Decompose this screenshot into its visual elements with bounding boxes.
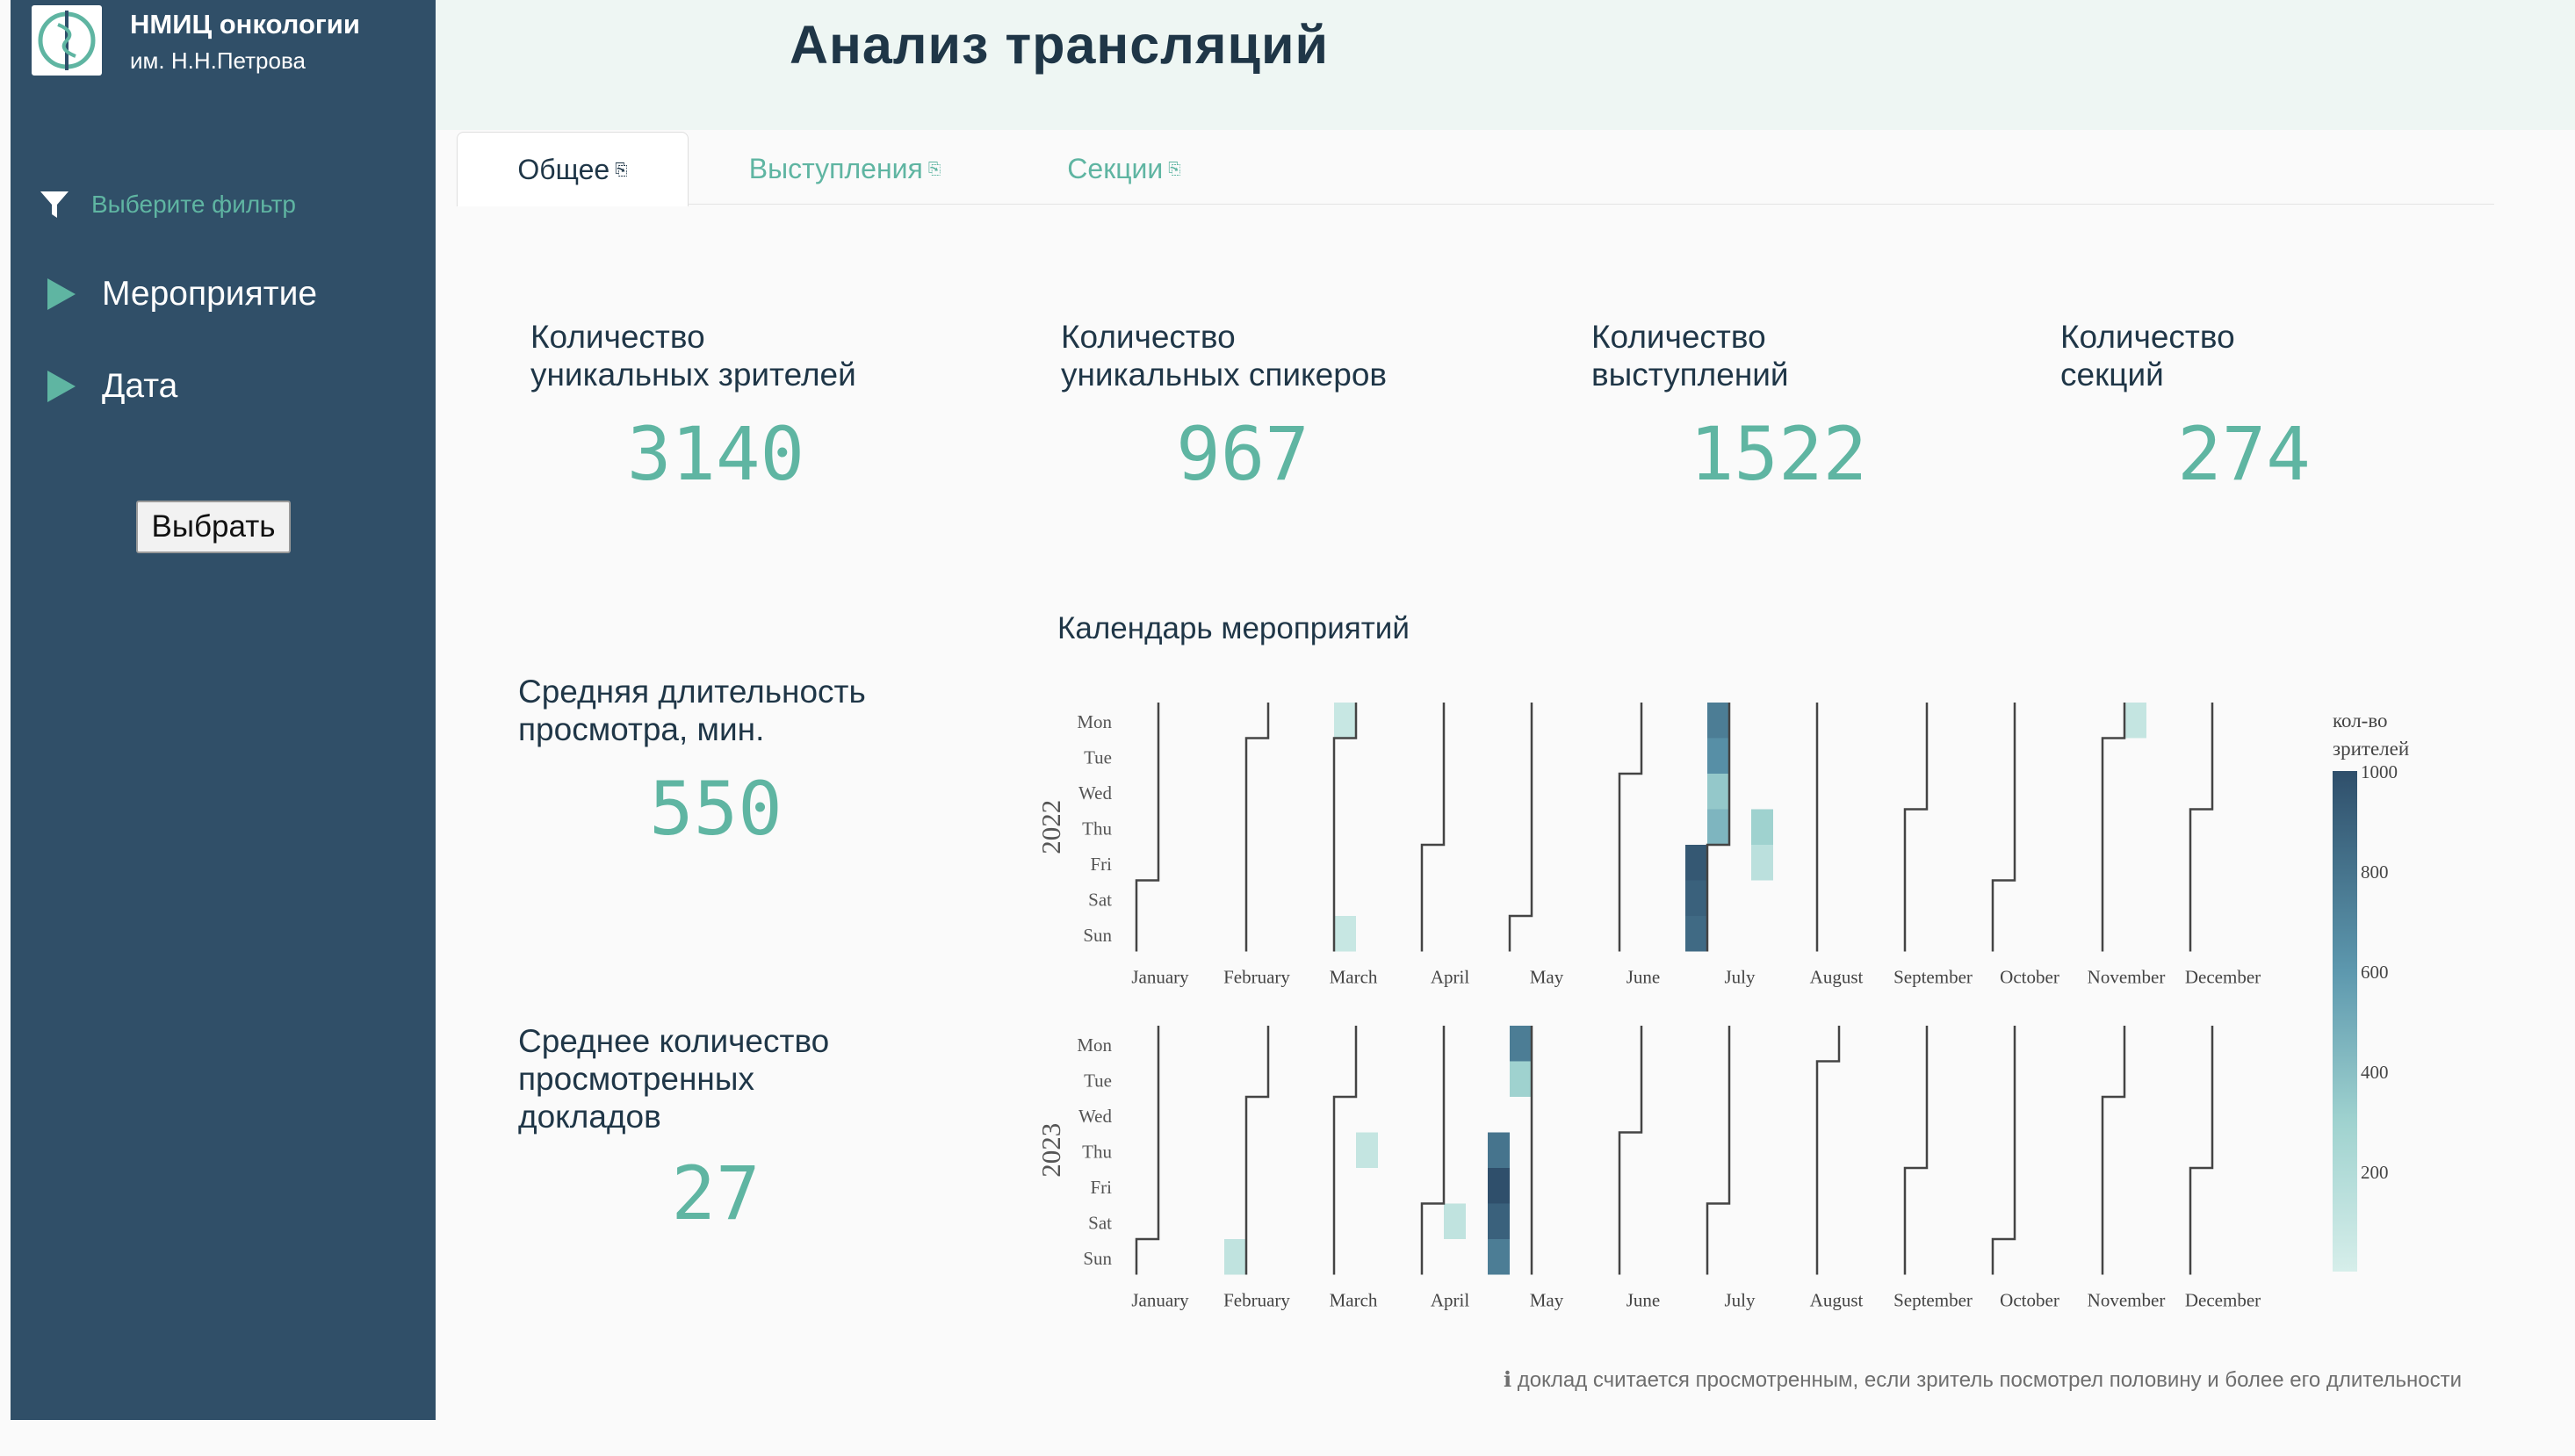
colorbar-tick: 200: [2361, 1162, 2389, 1183]
heatmap-cell: [1707, 774, 1729, 810]
month-label: March: [1330, 967, 1378, 988]
month-label: September: [1893, 967, 1973, 988]
colorbar-title: зрителей: [2333, 738, 2409, 760]
heatmap-cell: [1685, 916, 1707, 952]
month-label: March: [1330, 1290, 1378, 1311]
month-label: November: [2088, 1290, 2166, 1311]
day-label: Fri: [1090, 854, 1112, 875]
heatmap-cell: [1707, 738, 1729, 774]
day-label: Mon: [1077, 1034, 1112, 1056]
day-label: Sun: [1083, 1248, 1112, 1269]
month-label: February: [1223, 1290, 1290, 1311]
month-boundary: [1420, 1026, 1446, 1275]
month-label: August: [1810, 967, 1864, 988]
colorbar-tick: 800: [2361, 861, 2389, 883]
colorbar-tick: 1000: [2361, 761, 2398, 782]
month-label: October: [2000, 967, 2059, 988]
heatmap-cell: [1334, 703, 1356, 739]
month-boundary: [1815, 1026, 1841, 1275]
month-boundary: [2101, 703, 2126, 952]
day-label: Fri: [1090, 1177, 1112, 1198]
month-boundary: [1135, 703, 1160, 952]
colorbar-title: кол-во: [2333, 710, 2388, 732]
day-label: Thu: [1082, 1142, 1112, 1163]
colorbar: [2333, 771, 2357, 1272]
month-boundary: [1991, 703, 2016, 952]
month-label: January: [1131, 967, 1189, 988]
month-label: July: [1724, 967, 1756, 988]
year-label: 2022: [1035, 800, 1066, 854]
calendar-heatmap: Mon Tue Wed Thu Fri Sat Sun 2022 January February…: [1035, 703, 2409, 1311]
heatmap-cell: [1334, 916, 1356, 952]
heatmap-cell: [1707, 809, 1729, 845]
heatmap-cell: [1510, 1061, 1532, 1097]
month-label: December: [2185, 967, 2261, 988]
month-label: June: [1627, 967, 1661, 988]
month-label: November: [2088, 967, 2166, 988]
footnote: ℹ доклад считается просмотренным, если з…: [1504, 1368, 2463, 1392]
heatmap-cell: [1751, 809, 1773, 845]
month-boundary: [1332, 1026, 1358, 1275]
month-boundary: [1618, 703, 1643, 952]
month-label: January: [1131, 1290, 1189, 1311]
heatmap-cell: [1224, 1239, 1246, 1275]
month-boundary: [2189, 703, 2214, 952]
month-label: December: [2185, 1290, 2261, 1311]
month-label: October: [2000, 1290, 2059, 1311]
day-label: Mon: [1077, 711, 1112, 732]
month-boundary: [2189, 1026, 2214, 1275]
month-boundary: [2101, 1026, 2126, 1275]
month-boundary: [1508, 703, 1533, 952]
day-label: Wed: [1078, 782, 1112, 804]
heatmap-cell: [1444, 1203, 1466, 1239]
month-label: July: [1724, 1290, 1756, 1311]
month-boundary: [1903, 1026, 1929, 1275]
month-boundary: [1706, 1026, 1731, 1275]
heatmap-cell: [2124, 703, 2146, 739]
month-boundary: [1332, 703, 1358, 952]
month-label: September: [1893, 1290, 1973, 1311]
heatmap-cell: [1685, 845, 1707, 881]
heatmap-cell: [1488, 1239, 1510, 1275]
day-label: Wed: [1078, 1106, 1112, 1127]
heatmap-cell: [1685, 880, 1707, 916]
colorbar-tick: 600: [2361, 962, 2389, 983]
month-boundary: [1618, 1026, 1643, 1275]
heatmap-cell: [1488, 1203, 1510, 1239]
month-label: February: [1223, 967, 1290, 988]
month-boundary: [1135, 1026, 1160, 1275]
month-label: April: [1431, 1290, 1469, 1311]
heatmap-cell: [1510, 1026, 1532, 1062]
month-boundary: [1244, 1026, 1270, 1275]
month-label: April: [1431, 967, 1469, 988]
day-label: Sat: [1088, 1213, 1112, 1234]
month-boundary: [1991, 1026, 2016, 1275]
month-boundary: [1420, 703, 1446, 952]
heatmap-cell: [1707, 703, 1729, 739]
day-label: Tue: [1084, 747, 1112, 768]
month-label: May: [1530, 967, 1564, 988]
day-label: Sun: [1083, 925, 1112, 946]
day-label: Tue: [1084, 1070, 1112, 1092]
month-boundary: [1244, 703, 1270, 952]
month-boundary: [1903, 703, 1929, 952]
heatmap-cell: [1488, 1132, 1510, 1168]
month-label: August: [1810, 1290, 1864, 1311]
heatmap-cell: [1356, 1132, 1378, 1168]
month-label: May: [1530, 1290, 1564, 1311]
day-label: Thu: [1082, 818, 1112, 840]
year-label: 2023: [1035, 1123, 1066, 1178]
day-label: Sat: [1088, 890, 1112, 911]
colorbar-tick: 400: [2361, 1062, 2389, 1083]
heatmap-cell: [1488, 1168, 1510, 1204]
heatmap-cell: [1751, 845, 1773, 881]
month-label: June: [1627, 1290, 1661, 1311]
